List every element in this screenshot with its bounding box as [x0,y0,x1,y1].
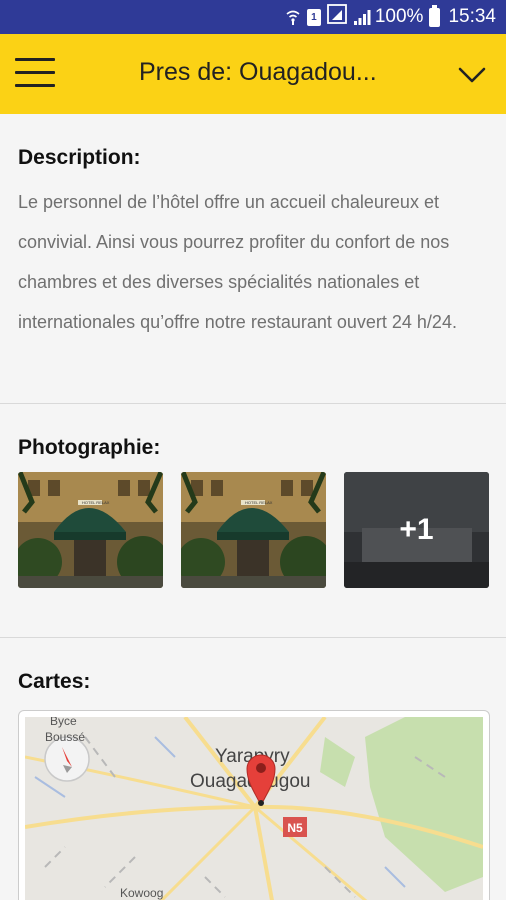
photo-section: Photographie: HOTEL RELAX HOTEL RELAX +1 [0,404,506,638]
signal-icon [353,8,371,26]
description-text: Le personnel de l’hôtel offre un accueil… [18,192,457,332]
road-label: N5 [287,821,303,835]
map-village-1: Byce [50,717,77,728]
battery-icon [429,4,441,27]
hamburger-menu-icon[interactable] [15,58,55,90]
more-photos-thumbnail[interactable]: +1 [344,472,489,588]
photo-heading: Photographie: [18,436,161,459]
photo-thumbnail[interactable]: HOTEL RELAX [181,472,326,588]
battery-percent: 100% [374,6,424,27]
map-heading: Cartes: [18,670,91,693]
location-title[interactable]: Pres de: Ouagadou... [139,58,377,87]
sim-icon: 1 [306,8,321,26]
chevron-down-icon[interactable] [455,60,489,90]
photo-thumbnail[interactable]: HOTEL RELAX [18,472,163,588]
svg-text:HOTEL RELAX: HOTEL RELAX [245,500,273,505]
clock: 15:34 [448,6,496,27]
svg-text:HOTEL RELAX: HOTEL RELAX [82,500,110,505]
app-bar: Pres de: Ouagadou... [0,34,506,114]
photo-gallery: HOTEL RELAX HOTEL RELAX +1 [18,472,489,588]
description-section: Description: Le personnel de l’hôtel off… [0,114,506,404]
map-card[interactable]: N5 Yarapyry Ouagadougou Byce Boussé Kowo… [18,710,490,900]
map-view[interactable]: N5 Yarapyry Ouagadougou Byce Boussé Kowo… [25,717,483,900]
status-bar: 1 100% 15:34 [0,0,506,34]
more-photos-count: +1 [399,513,434,546]
map-section: Cartes: N5 Yarapyry Byce Boussé Kowoog [0,638,506,900]
description-heading: Description: [18,146,141,169]
detail-content: Description: Le personnel de l’hôtel off… [0,114,506,900]
wifi-call-icon [285,9,301,25]
data-icon [326,4,347,30]
map-village-2: Boussé [45,730,85,744]
map-village-3: Kowoog [120,886,163,900]
